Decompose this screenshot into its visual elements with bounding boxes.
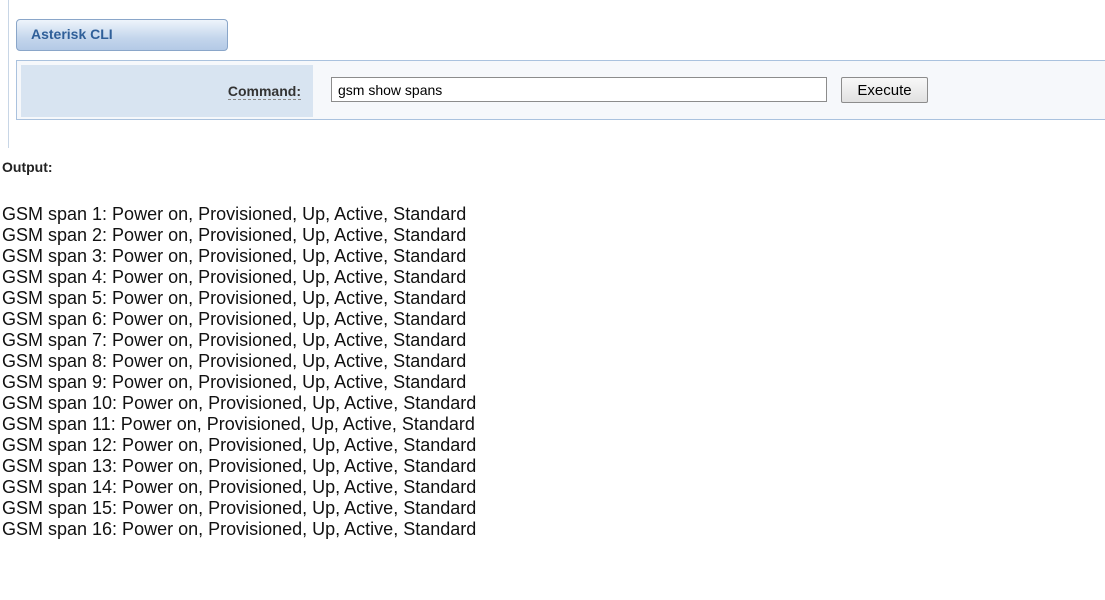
output-line: GSM span 7: Power on, Provisioned, Up, A…	[2, 330, 467, 350]
output-label: Output:	[2, 159, 53, 175]
tab-asterisk-cli[interactable]: Asterisk CLI	[16, 19, 228, 51]
command-input[interactable]	[331, 77, 827, 102]
output-line: GSM span 12: Power on, Provisioned, Up, …	[2, 435, 477, 455]
output-line: GSM span 15: Power on, Provisioned, Up, …	[2, 498, 477, 518]
output-text: GSM span 1: Power on, Provisioned, Up, A…	[2, 204, 1002, 540]
output-line: GSM span 10: Power on, Provisioned, Up, …	[2, 393, 477, 413]
output-line: GSM span 13: Power on, Provisioned, Up, …	[2, 456, 477, 476]
asterisk-cli-page: Asterisk CLI Command: Execute Output: GS…	[0, 0, 1105, 600]
output-line: GSM span 9: Power on, Provisioned, Up, A…	[2, 372, 467, 392]
command-label-cell: Command:	[21, 65, 313, 117]
output-line: GSM span 1: Power on, Provisioned, Up, A…	[2, 204, 467, 224]
command-label: Command:	[227, 83, 301, 100]
output-line: GSM span 5: Power on, Provisioned, Up, A…	[2, 288, 467, 308]
output-line: GSM span 2: Power on, Provisioned, Up, A…	[2, 225, 467, 245]
command-panel: Command: Execute	[16, 60, 1105, 120]
output-line: GSM span 8: Power on, Provisioned, Up, A…	[2, 351, 467, 371]
output-line: GSM span 11: Power on, Provisioned, Up, …	[2, 414, 475, 434]
output-line: GSM span 4: Power on, Provisioned, Up, A…	[2, 267, 467, 287]
output-line: GSM span 16: Power on, Provisioned, Up, …	[2, 519, 477, 539]
left-divider	[8, 0, 9, 148]
execute-button[interactable]: Execute	[841, 77, 928, 103]
output-line: GSM span 14: Power on, Provisioned, Up, …	[2, 477, 477, 497]
output-line: GSM span 6: Power on, Provisioned, Up, A…	[2, 309, 467, 329]
output-line: GSM span 3: Power on, Provisioned, Up, A…	[2, 246, 467, 266]
